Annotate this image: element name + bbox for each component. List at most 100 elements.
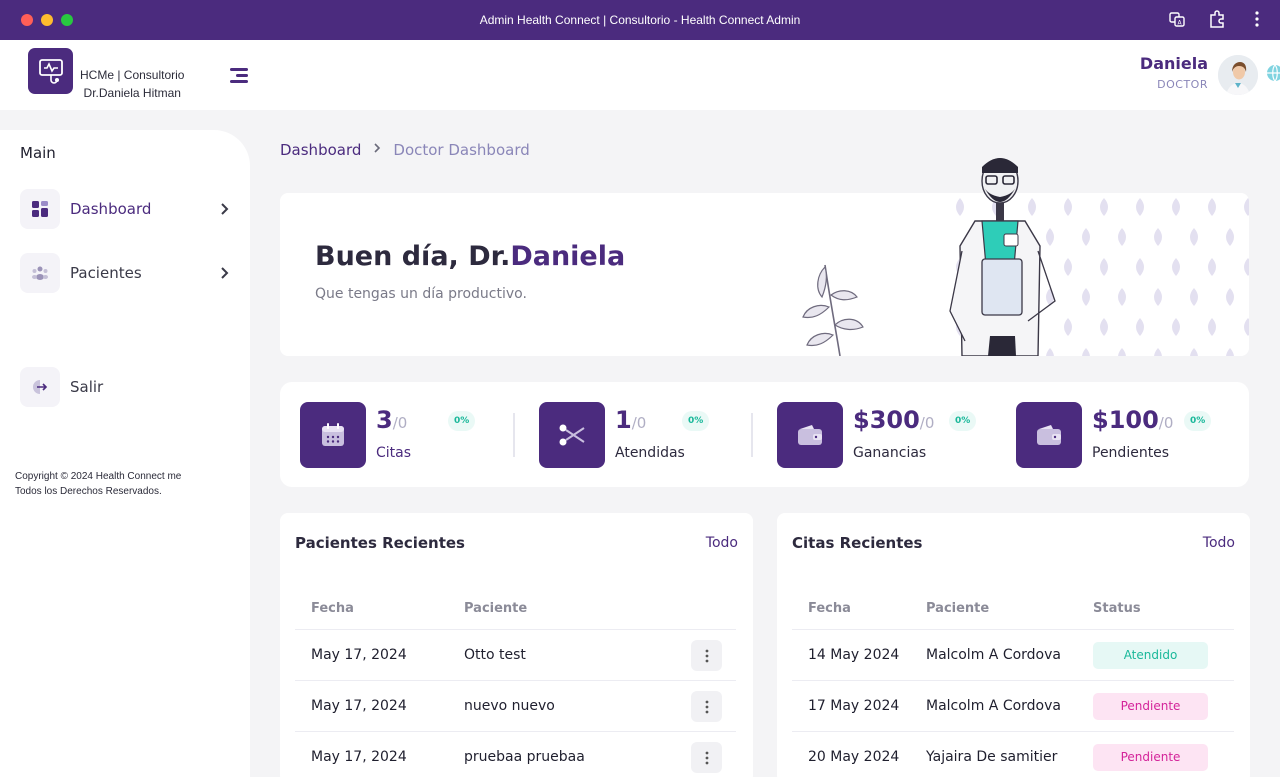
table-row[interactable]: 17 May 2024 Malcolm A Cordova Pendiente	[792, 681, 1234, 732]
column-header-fecha: Fecha	[311, 601, 354, 616]
sidebar-section-title: Main	[20, 144, 56, 162]
row-patient: Otto test	[464, 647, 526, 663]
pattern-leaf	[1082, 348, 1090, 356]
column-header-paciente: Paciente	[464, 601, 528, 616]
sidebar-item-salir[interactable]: Salir	[20, 367, 230, 407]
dashboard-icon	[20, 189, 60, 229]
table-row[interactable]: 14 May 2024 Malcolm A Cordova Atendido	[792, 630, 1234, 681]
close-window-button[interactable]	[21, 14, 33, 26]
row-patient: Malcolm A Cordova	[926, 647, 1061, 663]
pattern-leaf	[1244, 258, 1249, 276]
stat-label: Citas	[376, 445, 412, 461]
stat-value: $100/0	[1092, 406, 1173, 434]
window-titlebar: Admin Health Connect | Consultorio - Hea…	[0, 0, 1280, 40]
app-logo[interactable]	[28, 48, 73, 94]
pattern-leaf	[1100, 258, 1108, 276]
pattern-leaf	[1226, 228, 1234, 246]
row-date: 14 May 2024	[808, 647, 900, 663]
chevron-right-icon	[221, 267, 229, 279]
row-date: May 17, 2024	[311, 647, 407, 663]
user-name: Daniela	[1139, 54, 1208, 73]
maximize-window-button[interactable]	[61, 14, 73, 26]
language-icon[interactable]	[1265, 62, 1280, 84]
row-patient: pruebaa pruebaa	[464, 749, 585, 765]
stat-total: /0	[919, 414, 935, 432]
row-date: 17 May 2024	[808, 698, 900, 714]
pattern-leaf	[1208, 198, 1216, 216]
scissors-icon	[539, 402, 605, 468]
breadcrumb: Dashboard Doctor Dashboard	[280, 141, 530, 159]
avatar[interactable]	[1218, 55, 1258, 95]
column-header-status: Status	[1093, 601, 1141, 616]
window-controls	[21, 14, 73, 26]
menu-toggle-button[interactable]	[230, 68, 248, 84]
pattern-leaf	[1172, 318, 1180, 336]
breadcrumb-separator-icon	[373, 142, 381, 158]
recent-appointments-card: Citas Recientes Todo Fecha Paciente Stat…	[777, 513, 1250, 777]
status-badge: Atendido	[1093, 642, 1208, 669]
kebab-menu-icon	[705, 649, 708, 662]
brand-doctor: Dr.Daniela Hitman	[83, 86, 181, 100]
doctor-name: Daniela	[510, 241, 626, 272]
card-title: Citas Recientes	[792, 534, 923, 552]
row-actions-button[interactable]	[691, 742, 722, 773]
breadcrumb-root[interactable]: Dashboard	[280, 141, 361, 159]
sidebar: Main Dashboard Pacientes Salir Copyright…	[0, 130, 250, 777]
row-patient: Malcolm A Cordova	[926, 698, 1061, 714]
kebab-menu-icon	[705, 751, 708, 764]
view-all-appointments-link[interactable]: Todo	[1203, 535, 1235, 551]
table-row[interactable]: 20 May 2024 Yajaira De samitier Pendient…	[792, 732, 1234, 777]
stat-number: $300	[853, 406, 920, 434]
brand-clinic: HCMe | Consultorio	[80, 68, 185, 82]
pattern-leaf	[1118, 348, 1126, 356]
row-date: 20 May 2024	[808, 749, 900, 765]
table-row[interactable]: May 17, 2024 nuevo nuevo	[295, 681, 736, 732]
minimize-window-button[interactable]	[41, 14, 53, 26]
copyright-line: Copyright © 2024 Health Connect me	[15, 471, 182, 482]
pattern-leaf	[1082, 228, 1090, 246]
recent-patients-card: Pacientes Recientes Todo Fecha Paciente …	[280, 513, 753, 777]
pattern-leaf	[1208, 258, 1216, 276]
more-options-icon[interactable]	[1248, 10, 1266, 28]
stat-number: 3	[376, 406, 393, 434]
pattern-leaf	[1082, 288, 1090, 306]
divider	[751, 413, 753, 457]
table-row[interactable]: May 17, 2024 pruebaa pruebaa	[295, 732, 736, 777]
logout-icon	[20, 367, 60, 407]
plant-illustration	[802, 264, 864, 356]
pattern-leaf	[1154, 228, 1162, 246]
sidebar-item-label: Pacientes	[70, 264, 142, 282]
sidebar-item-label: Dashboard	[70, 200, 152, 218]
stat-label: Atendidas	[615, 445, 685, 461]
sidebar-item-pacientes[interactable]: Pacientes	[20, 253, 230, 293]
view-all-patients-link[interactable]: Todo	[706, 535, 738, 551]
stat-percent-badge: 0%	[1184, 411, 1212, 431]
table-row[interactable]: May 17, 2024 Otto test	[295, 630, 736, 681]
stat-value: 1/0	[615, 406, 646, 434]
pattern-leaf	[1244, 198, 1249, 216]
pattern-leaf	[1136, 258, 1144, 276]
pattern-leaf	[1226, 288, 1234, 306]
window-title: Admin Health Connect | Consultorio - Hea…	[479, 13, 801, 27]
status-badge: Pendiente	[1093, 693, 1208, 720]
extensions-icon[interactable]	[1208, 10, 1226, 28]
pattern-leaf	[1154, 288, 1162, 306]
divider	[513, 413, 515, 457]
doctor-illustration	[949, 158, 1056, 356]
sidebar-item-dashboard[interactable]: Dashboard	[20, 189, 230, 229]
pattern-leaf	[1208, 318, 1216, 336]
pattern-leaf	[1172, 198, 1180, 216]
pattern-leaf	[1154, 348, 1162, 356]
stat-value: 3/0	[376, 406, 407, 434]
column-header-fecha: Fecha	[808, 601, 851, 616]
stat-percent-badge: 0%	[448, 411, 476, 431]
user-role: DOCTOR	[1157, 78, 1208, 91]
translate-icon[interactable]: A	[1168, 10, 1186, 28]
welcome-subtitle: Que tengas un día productivo.	[315, 286, 527, 302]
stat-label: Pendientes	[1092, 445, 1170, 461]
patients-icon	[20, 253, 60, 293]
rights-line: Todos los Derechos Reservados.	[15, 486, 162, 497]
stat-number: 1	[615, 406, 632, 434]
row-actions-button[interactable]	[691, 640, 722, 671]
row-actions-button[interactable]	[691, 691, 722, 722]
